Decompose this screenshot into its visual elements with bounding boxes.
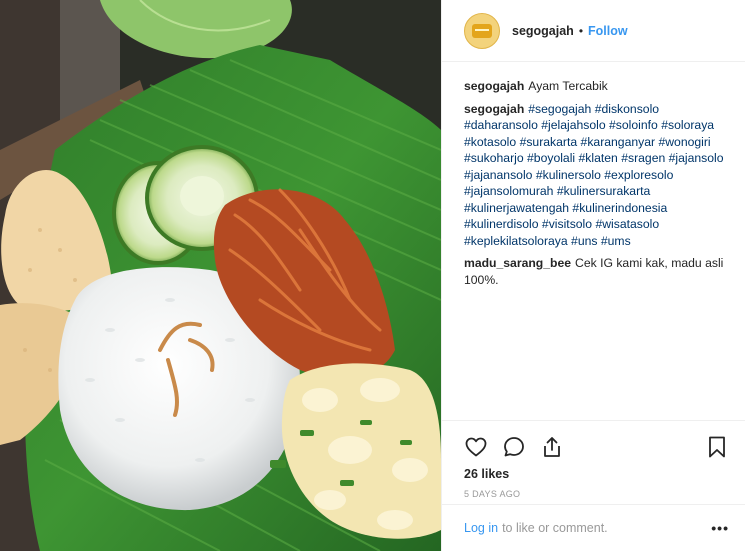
action-bar [464, 429, 729, 465]
hashtag-link[interactable]: #diskonsolo [595, 102, 659, 116]
comment-username[interactable]: segogajah [464, 102, 524, 116]
post-side-panel: segogajah • Follow segogajah Ayam Tercabi… [441, 0, 745, 551]
hashtag-link[interactable]: #segogajah [528, 102, 591, 116]
login-link[interactable]: Log in [464, 521, 498, 535]
hashtag-link[interactable]: #kulinerindonesia [572, 201, 667, 215]
hashtag-link[interactable]: #kotasolo [464, 135, 516, 149]
hashtag-link[interactable]: #daharansolo [464, 118, 538, 132]
share-upload-icon [544, 437, 560, 457]
comment-username[interactable]: segogajah [464, 79, 524, 93]
hashtag-link[interactable]: #jelajahsolo [541, 118, 605, 132]
hashtag-link[interactable]: #wonogiri [658, 135, 710, 149]
post-timestamp[interactable]: 5 DAYS AGO [464, 489, 729, 499]
bookmark-icon [709, 436, 725, 458]
hashtag-link[interactable]: #kulinerjawatengah [464, 201, 569, 215]
brand-logo-icon [472, 23, 492, 38]
heart-icon [465, 437, 487, 457]
comment-text: Ayam Tercabik [528, 79, 608, 93]
hashtag-link[interactable]: #boyolali [527, 151, 575, 165]
comment-button[interactable] [502, 431, 534, 463]
hashtag-link[interactable]: #kulinersurakarta [557, 184, 650, 198]
hashtag-link[interactable]: #sragen [621, 151, 665, 165]
likes-count[interactable]: 26 likes [464, 467, 729, 481]
login-suffix-text: to like or comment. [502, 521, 608, 535]
avatar[interactable] [464, 12, 500, 49]
hashtag-link[interactable]: #exploresolo [604, 168, 673, 182]
hashtag-link[interactable]: #jajansolomurah [464, 184, 553, 198]
hashtag-link[interactable]: #kulinerdisolo [464, 217, 539, 231]
hashtag-link[interactable]: #karanganyar [581, 135, 656, 149]
follow-button[interactable]: Follow [588, 24, 628, 38]
food-photo-illustration [0, 0, 441, 551]
more-options-button[interactable]: ••• [711, 520, 729, 536]
hashtag-link[interactable]: #visitsolo [542, 217, 592, 231]
hashtag-link[interactable]: #surakarta [520, 135, 578, 149]
hashtag-link[interactable]: #klaten [579, 151, 618, 165]
share-button[interactable] [540, 431, 572, 463]
hashtag-link[interactable]: #soloraya [661, 118, 714, 132]
post-header: segogajah • Follow [442, 0, 745, 62]
comment-item: segogajah #segogajah #diskonsolo #daharan… [464, 101, 729, 250]
hashtag-link[interactable]: #wisatasolo [595, 217, 659, 231]
hashtag-link[interactable]: #jajansolo [669, 151, 724, 165]
separator-dot: • [578, 23, 584, 38]
post-actions-section: 26 likes 5 DAYS AGO [442, 420, 745, 499]
comment-item: segogajah Ayam Tercabik [464, 78, 729, 95]
hashtag-link[interactable]: #kulinersolo [536, 168, 601, 182]
comment-item: madu_sarang_bee Cek IG kami kak, madu asl… [464, 255, 729, 288]
save-button[interactable] [697, 431, 729, 463]
hashtag-link[interactable]: #soloinfo [609, 118, 658, 132]
hashtag-link[interactable]: #sukoharjo [464, 151, 524, 165]
post-photo[interactable] [0, 0, 441, 551]
comment-bubble-icon [504, 437, 524, 457]
comments-list: segogajah Ayam Tercabik segogajah #segogaj… [442, 62, 745, 420]
hashtag-link[interactable]: #jajanansolo [464, 168, 532, 182]
login-footer: Log in to like or comment. ••• [442, 504, 745, 551]
post-author-username[interactable]: segogajah [512, 24, 574, 38]
comment-username[interactable]: madu_sarang_bee [464, 256, 571, 270]
hashtag-link[interactable]: #ums [601, 234, 631, 248]
hashtag-link[interactable]: #keplekilatsoloraya [464, 234, 568, 248]
like-button[interactable] [464, 431, 496, 463]
hashtag-link[interactable]: #uns [571, 234, 597, 248]
